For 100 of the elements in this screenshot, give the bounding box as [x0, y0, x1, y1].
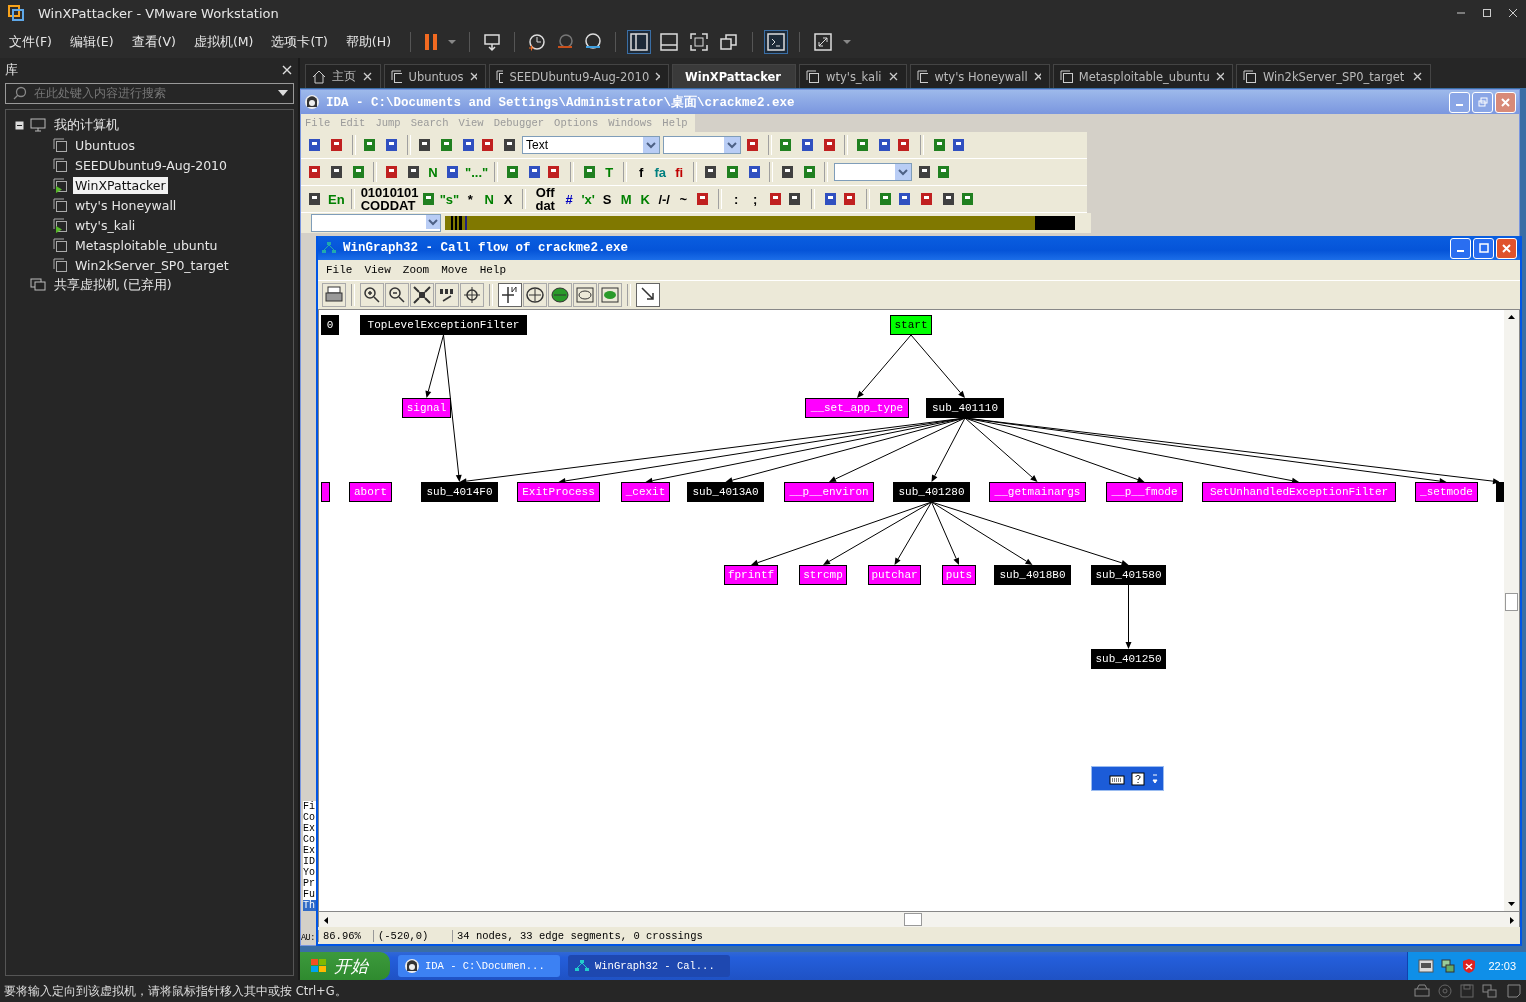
north-icon[interactable] [498, 283, 522, 307]
minimize-button[interactable] [1450, 237, 1471, 259]
tree-item[interactable]: Metasploitable_ubuntu [73, 236, 220, 254]
menu-item[interactable]: File [326, 264, 353, 276]
tree-item[interactable]: wty's_kali [73, 216, 138, 234]
stretch-icon[interactable] [812, 31, 834, 53]
menu-item[interactable]: 帮助(H) [342, 33, 394, 51]
taskbar-button[interactable]: WinGraph32 - Cal... [568, 955, 730, 977]
menu-item[interactable]: View [364, 264, 391, 276]
graph-node[interactable]: sub_4013A0 [687, 482, 764, 502]
toolbar-button[interactable]: ; [747, 192, 764, 206]
snapshot-manager-icon[interactable] [583, 32, 603, 52]
search-field[interactable]: 在此处键入内容进行搜索 [5, 82, 294, 104]
toolbar-button[interactable]: X [500, 192, 517, 206]
keyboard-icon[interactable] [1109, 772, 1125, 785]
toolbar-button[interactable]: "s" [439, 192, 460, 206]
toolbar-button[interactable]: ~ [675, 192, 692, 206]
graph-node[interactable]: sub_401250 [1091, 649, 1166, 669]
tab[interactable]: WinXPattacker [672, 64, 796, 88]
tree-item[interactable]: Ubuntuos [73, 136, 137, 154]
tab[interactable]: Metasploitable_ubuntu [1053, 64, 1233, 88]
caret-icon[interactable] [447, 37, 457, 47]
follow-edge-icon[interactable] [636, 283, 660, 307]
menu-item[interactable]: 虚拟机(M) [190, 33, 257, 51]
graph-node[interactable] [1496, 482, 1504, 502]
toolbar-button[interactable]: /-/ [656, 192, 673, 206]
dropdown-caret-icon[interactable] [278, 89, 288, 97]
navigation-band[interactable] [445, 216, 1075, 230]
snapshot-icon[interactable] [527, 32, 547, 52]
zoom-out-icon[interactable] [385, 283, 409, 307]
graph-node[interactable]: TopLevelExceptionFilter [360, 315, 527, 335]
sidebar-view-icon[interactable] [628, 31, 650, 53]
toolbar-button[interactable]: K [637, 192, 654, 206]
shield-icon[interactable] [1462, 958, 1477, 974]
tree-item[interactable]: SEEDUbuntu9-Aug-2010 [73, 156, 230, 174]
toolbar-button[interactable]: "..." [465, 165, 489, 179]
toolbar-button[interactable]: 0101 DAT [389, 186, 416, 212]
maximize-button[interactable] [1473, 237, 1494, 259]
fish-eye-icon[interactable] [573, 283, 597, 307]
graph-node[interactable]: 0 [321, 315, 339, 335]
toolbar-button[interactable]: N [481, 192, 498, 206]
menu-item[interactable]: 查看(V) [128, 33, 179, 51]
toolbar-button[interactable]: N [425, 165, 441, 179]
menu-item[interactable]: Help [479, 264, 507, 276]
fullscreen-icon[interactable] [688, 31, 710, 53]
scroll-thumb[interactable] [1505, 593, 1518, 611]
graph-node[interactable]: sub_4018B0 [994, 565, 1071, 585]
tree-item[interactable]: 我的计算机 [52, 115, 121, 135]
start-button[interactable]: 开始 [300, 952, 390, 980]
send-keys-icon[interactable] [482, 32, 502, 52]
unity-icon[interactable] [718, 31, 740, 53]
actual-size-icon[interactable] [435, 283, 459, 307]
combo-box[interactable]: Text [522, 136, 660, 154]
tree-item[interactable]: wty's Honeywall [73, 196, 179, 214]
tree-item[interactable]: 共享虚拟机 (已弃用) [52, 275, 174, 295]
toolbar-button[interactable]: fi [671, 165, 688, 179]
toolbar-button[interactable]: f [633, 165, 650, 179]
maximize-icon[interactable] [1482, 8, 1492, 18]
network-adapter-icon[interactable] [1482, 984, 1498, 998]
zoom-in-icon[interactable] [360, 283, 384, 307]
console-icon[interactable] [765, 31, 787, 53]
language-bar[interactable] [1091, 766, 1164, 791]
help-icon[interactable] [1131, 771, 1145, 786]
vertical-scrollbar[interactable] [1504, 310, 1519, 911]
vmware-tools-icon[interactable] [1418, 959, 1435, 973]
toolbar-button[interactable]: T [601, 165, 618, 179]
hard-disk-icon[interactable] [1414, 984, 1430, 998]
toolbar-button[interactable]: * [462, 192, 479, 206]
collapse-icon[interactable] [15, 120, 24, 130]
options-caret-icon[interactable] [1151, 771, 1159, 786]
graph-node[interactable]: sub_401280 [893, 482, 970, 502]
network-icon[interactable] [1440, 958, 1457, 974]
graph-node[interactable]: sub_401110 [926, 398, 1004, 418]
graph-node[interactable]: sub_4014F0 [421, 482, 498, 502]
tab[interactable]: 主页 [305, 64, 381, 88]
toolbar-button[interactable]: : [728, 192, 745, 206]
segment-combo-box[interactable] [311, 214, 441, 232]
tab[interactable]: Ubuntuos [384, 64, 486, 88]
menu-item[interactable]: Move [441, 264, 468, 276]
menu-item[interactable]: 选项卡(T) [268, 33, 331, 51]
graph-node[interactable]: start [890, 315, 932, 335]
graph-node[interactable]: sub_401580 [1091, 565, 1166, 585]
toolbar-button[interactable]: # [561, 192, 578, 206]
toolbar-button[interactable]: fa [652, 165, 669, 179]
tree-item[interactable]: WinXPattacker [73, 176, 168, 194]
close-button[interactable] [1496, 237, 1517, 259]
thumbnail-view-icon[interactable] [658, 31, 680, 53]
toolbar-button[interactable]: 'x' [580, 192, 597, 206]
print-icon[interactable] [322, 283, 346, 307]
caret-icon[interactable] [842, 37, 852, 47]
message-icon[interactable] [1506, 984, 1522, 998]
horizontal-scrollbar[interactable] [318, 912, 1520, 927]
center-icon[interactable] [460, 283, 484, 307]
fit-icon[interactable] [410, 283, 434, 307]
toolbar-button[interactable]: M [618, 192, 635, 206]
menu-item[interactable]: Zoom [402, 264, 430, 276]
toolbar-button[interactable]: Off dat [532, 186, 559, 212]
graph-node[interactable] [321, 482, 330, 502]
taskbar-button[interactable]: IDA - C:\Documen... [398, 955, 560, 977]
scroll-thumb[interactable] [904, 913, 922, 926]
